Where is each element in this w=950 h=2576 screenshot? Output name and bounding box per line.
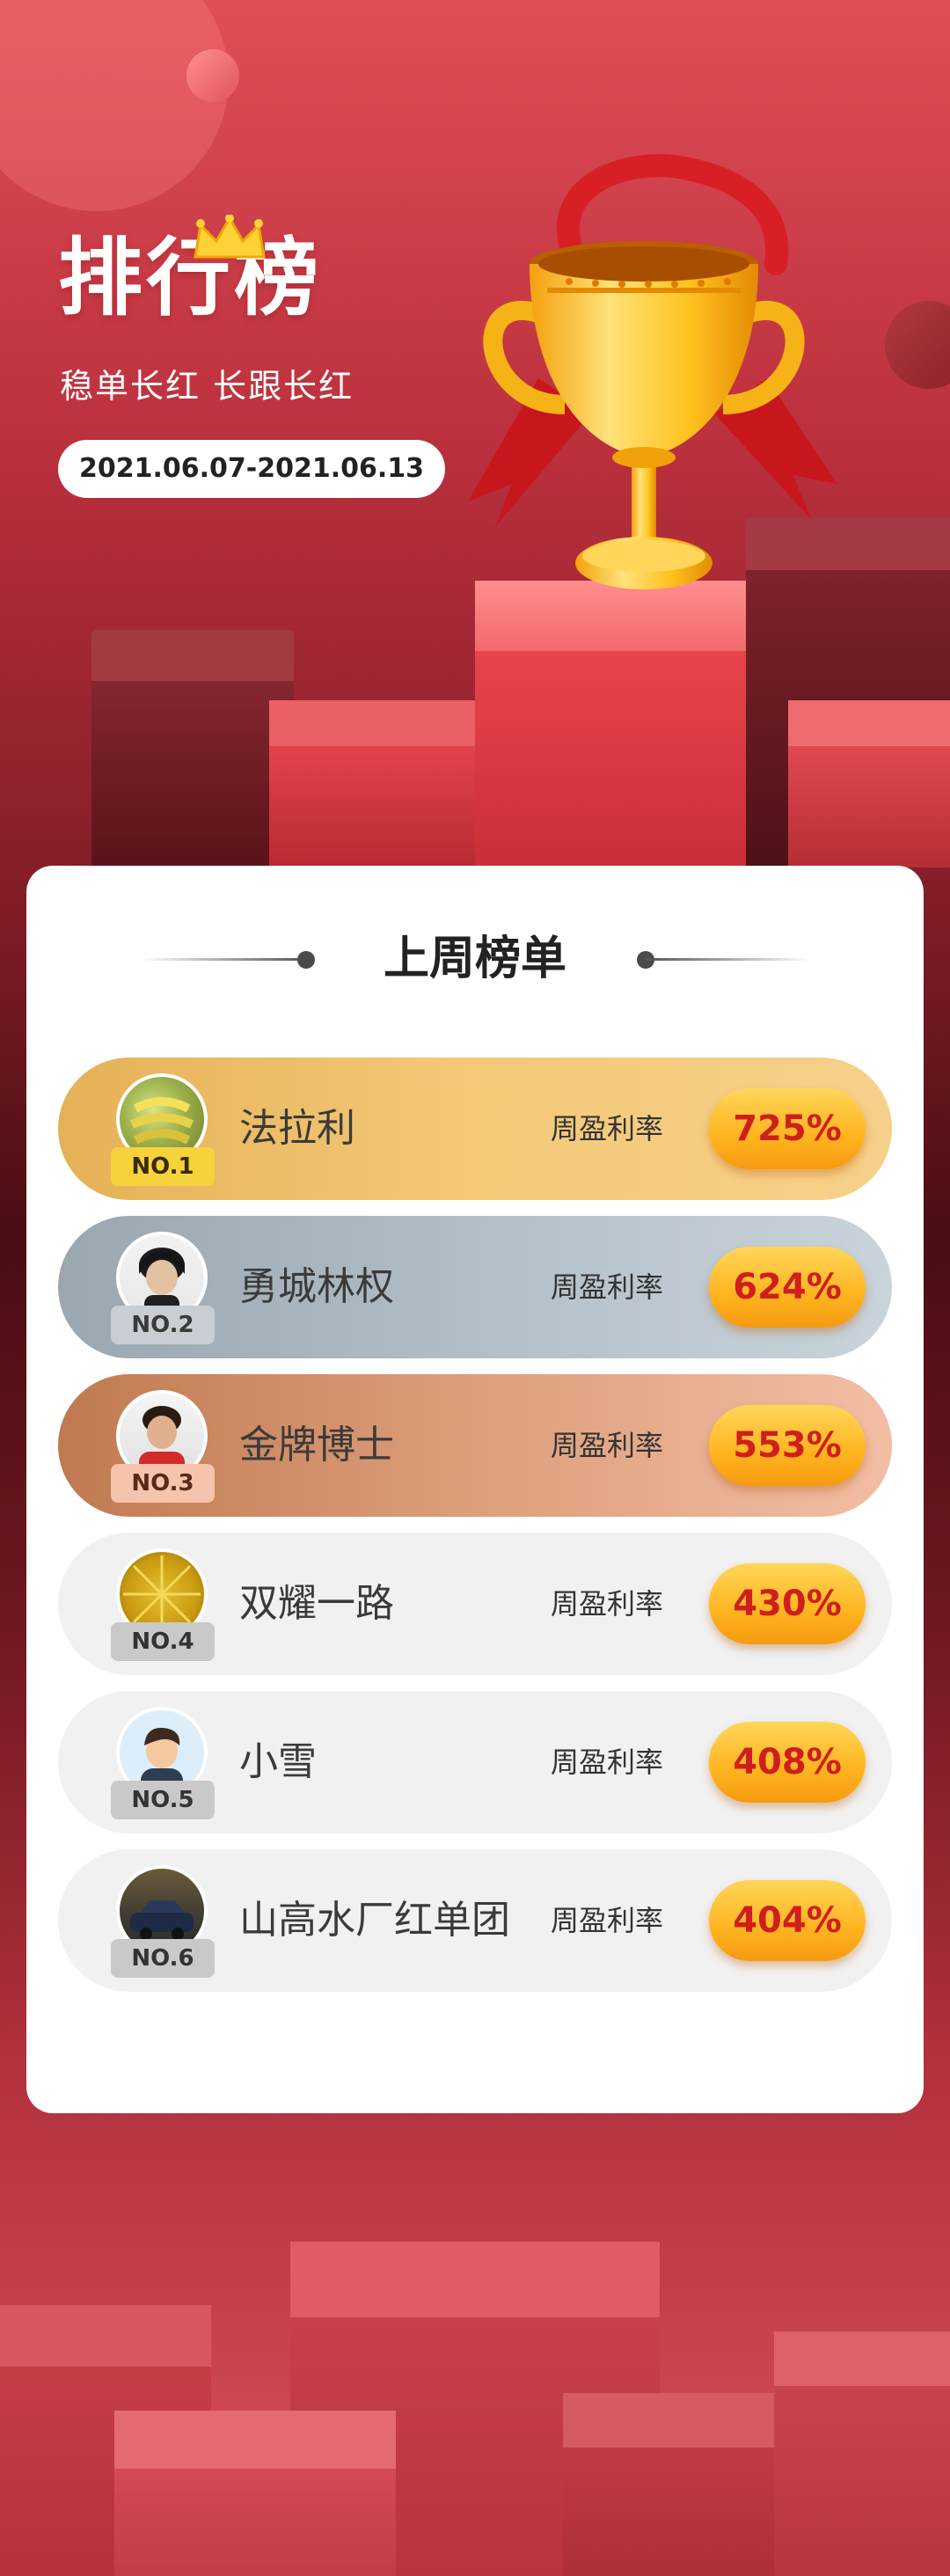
background-cube — [788, 700, 950, 867]
rate-label: 周盈利率 — [551, 1429, 664, 1462]
background-circle-small — [186, 49, 239, 102]
rank-badge: NO.4 — [111, 1622, 215, 1661]
profit-rate-badge: 430% — [709, 1563, 866, 1644]
ranking-row[interactable]: NO.2 勇城林权 周盈利率 624% — [58, 1216, 892, 1358]
user-name: 双耀一路 — [239, 1581, 394, 1626]
user-name: 勇城林权 — [239, 1264, 394, 1309]
ranking-row[interactable]: NO.4 双耀一路 周盈利率 430% — [58, 1533, 892, 1675]
date-range-badge: 2021.06.07-2021.06.13 — [58, 440, 446, 498]
profit-rate-badge: 553% — [709, 1405, 866, 1486]
rank-badge: NO.1 — [111, 1147, 215, 1186]
profit-rate-badge: 725% — [709, 1088, 866, 1169]
user-name: 金牌博士 — [239, 1423, 394, 1467]
rate-label: 周盈利率 — [551, 1270, 664, 1304]
page-title: 排行榜 — [58, 229, 322, 327]
background-cube — [114, 2411, 396, 2576]
user-name: 小雪 — [239, 1739, 317, 1784]
rank-badge: NO.3 — [111, 1464, 215, 1503]
background-cube — [774, 2331, 950, 2576]
rate-label: 周盈利率 — [551, 1112, 664, 1145]
background-circle-right — [885, 301, 950, 389]
ranking-row[interactable]: NO.5 小雪 周盈利率 408% — [58, 1691, 892, 1833]
profit-rate-badge: 624% — [709, 1247, 866, 1328]
user-name: 法拉利 — [239, 1106, 355, 1151]
user-name: 山高水厂红单团 — [239, 1898, 510, 1943]
rate-label: 周盈利率 — [551, 1587, 664, 1621]
decorative-line — [646, 958, 811, 961]
background-cube — [91, 630, 294, 867]
trophy-icon — [468, 154, 837, 589]
rank-badge: NO.6 — [111, 1939, 215, 1978]
rank-badge: NO.2 — [111, 1306, 215, 1344]
ranking-row[interactable]: NO.6 山高水厂红单团 周盈利率 404% — [58, 1849, 892, 1992]
section-header: 上周榜单 — [0, 931, 950, 987]
background-circle — [0, 0, 229, 211]
rate-label: 周盈利率 — [551, 1904, 664, 1937]
background-cube — [269, 700, 475, 867]
ranking-row[interactable]: NO.3 金牌博士 周盈利率 553% — [58, 1374, 892, 1517]
ranking-row[interactable]: NO.1 法拉利 周盈利率 725% — [58, 1057, 892, 1200]
page-subtitle: 稳单长红 长跟长红 — [60, 367, 354, 406]
crown-icon — [194, 215, 266, 259]
profit-rate-badge: 408% — [709, 1722, 866, 1803]
rate-label: 周盈利率 — [551, 1745, 664, 1779]
rank-badge: NO.5 — [111, 1781, 215, 1819]
profit-rate-badge: 404% — [709, 1880, 866, 1961]
